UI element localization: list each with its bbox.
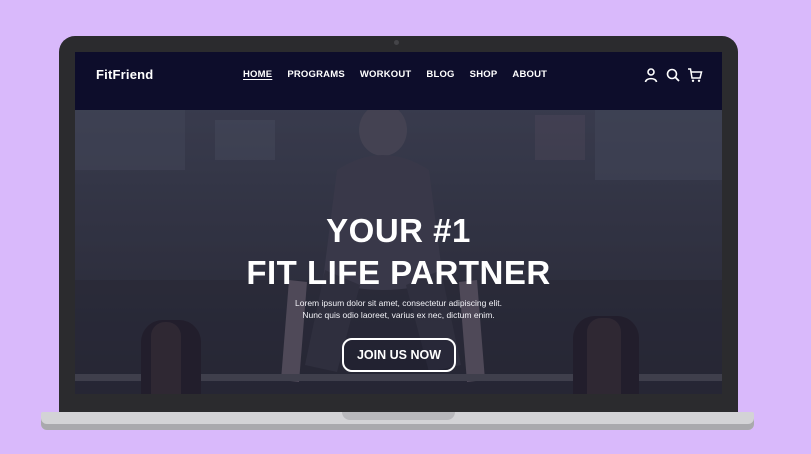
- search-icon[interactable]: [665, 67, 681, 83]
- webcam-icon: [394, 40, 399, 45]
- nav-link-home[interactable]: HOME: [243, 69, 272, 80]
- nav-link-about[interactable]: ABOUT: [512, 69, 547, 80]
- cart-icon[interactable]: [687, 67, 703, 83]
- nav-icons: [643, 67, 703, 83]
- hero-subtitle-line-2: Nunc quis odio laoreet, varius ex nec, d…: [302, 310, 495, 320]
- nav-link-workout[interactable]: WORKOUT: [360, 69, 412, 80]
- laptop-screen: FitFriend HOME PROGRAMS WORKOUT BLOG SHO…: [75, 52, 722, 394]
- nav-link-shop[interactable]: SHOP: [470, 69, 498, 80]
- site-navbar: FitFriend HOME PROGRAMS WORKOUT BLOG SHO…: [75, 52, 722, 110]
- nav-links: HOME PROGRAMS WORKOUT BLOG SHOP ABOUT: [243, 69, 562, 80]
- nav-link-blog[interactable]: BLOG: [426, 69, 454, 80]
- brand-logo[interactable]: FitFriend: [96, 67, 153, 82]
- hero-title-line-2: FIT LIFE PARTNER: [246, 254, 551, 291]
- hero-section: YOUR #1 FIT LIFE PARTNER Lorem ipsum dol…: [75, 110, 722, 394]
- laptop-notch: [342, 412, 455, 420]
- join-us-button[interactable]: JOIN US NOW: [342, 338, 456, 372]
- hero-subtitle-line-1: Lorem ipsum dolor sit amet, consectetur …: [295, 298, 502, 308]
- hero-title-line-1: YOUR #1: [326, 212, 471, 249]
- nav-link-programs[interactable]: PROGRAMS: [287, 69, 345, 80]
- user-icon[interactable]: [643, 67, 659, 83]
